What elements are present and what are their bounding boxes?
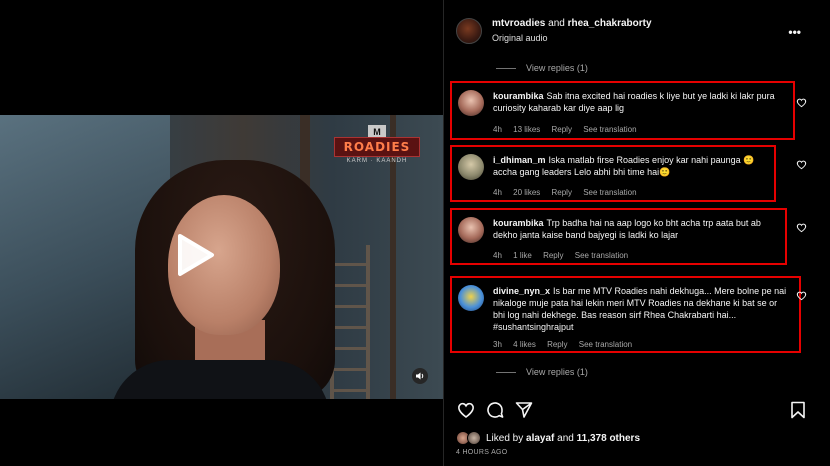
- avatar[interactable]: [458, 285, 484, 311]
- comment-time: 4h: [493, 251, 502, 260]
- reply-button[interactable]: Reply: [547, 340, 567, 349]
- heart-icon[interactable]: [796, 222, 807, 233]
- liker-username[interactable]: alayaf: [526, 433, 554, 444]
- comment-time: 3h: [493, 340, 502, 349]
- view-replies-button[interactable]: View replies (1): [496, 367, 588, 377]
- more-options-icon[interactable]: •••: [788, 25, 801, 39]
- avatar[interactable]: [458, 217, 484, 243]
- video-background: [330, 245, 370, 399]
- view-replies-label: View replies (1): [526, 63, 588, 73]
- video-subject: [110, 360, 330, 399]
- video-player[interactable]: M ROADIES KARM · KAANDH: [0, 115, 443, 399]
- comment-text: kourambika Trp badha hai na aap logo ko b…: [493, 217, 777, 241]
- avatar[interactable]: [456, 18, 482, 44]
- roadies-logo-text: ROADIES: [334, 137, 420, 157]
- reply-button[interactable]: Reply: [552, 125, 572, 134]
- reply-button[interactable]: Reply: [543, 251, 563, 260]
- author-link[interactable]: mtvroadies: [492, 18, 545, 29]
- volume-icon[interactable]: [412, 368, 428, 384]
- roadies-logo-subtitle: KARM · KAANDH: [346, 158, 408, 164]
- share-icon[interactable]: [514, 400, 534, 420]
- avatar[interactable]: [467, 431, 481, 445]
- see-translation-button[interactable]: See translation: [583, 188, 636, 197]
- comment-text: kourambika Sab itna excited hai roadies k…: [493, 90, 785, 114]
- comment-item: i_dhiman_m Iska matlab firse Roadies enjo…: [450, 145, 776, 202]
- comment-text: i_dhiman_m Iska matlab firse Roadies enjo…: [493, 154, 766, 178]
- avatar[interactable]: [458, 154, 484, 180]
- divider: [496, 372, 516, 374]
- comment-meta: 4h 1 like Reply See translation: [493, 251, 637, 260]
- comment-meta: 3h 4 likes Reply See translation: [493, 340, 641, 349]
- divider: [496, 68, 516, 70]
- see-translation-button[interactable]: See translation: [579, 340, 632, 349]
- play-icon[interactable]: [168, 230, 218, 280]
- comment-meta: 4h 20 likes Reply See translation: [493, 188, 646, 197]
- comment-item: kourambika Trp badha hai na aap logo ko b…: [450, 208, 787, 265]
- heart-icon[interactable]: [796, 159, 807, 170]
- likes-count[interactable]: 11,378 others: [577, 433, 640, 444]
- heart-icon[interactable]: [796, 290, 807, 301]
- post-media: M ROADIES KARM · KAANDH: [0, 0, 443, 466]
- comments-panel: mtvroadies and rhea_chakraborty Original…: [443, 0, 830, 466]
- comment-item: divine_nyn_x Is bar me MTV Roadies nahi d…: [450, 276, 801, 353]
- reply-button[interactable]: Reply: [552, 188, 572, 197]
- comment-likes[interactable]: 4 likes: [513, 340, 536, 349]
- post-actions: [456, 400, 826, 422]
- comment-meta: 4h 13 likes Reply See translation: [493, 125, 646, 134]
- comment-likes[interactable]: 1 like: [513, 251, 532, 260]
- comment-username[interactable]: kourambika: [493, 218, 544, 228]
- post-timestamp: 4 HOURS AGO: [456, 449, 508, 456]
- view-replies-label: View replies (1): [526, 367, 588, 377]
- likes-conjunction: and: [557, 433, 574, 444]
- likes-text[interactable]: Liked by alayaf and 11,378 others: [486, 433, 640, 444]
- comment-icon[interactable]: [485, 400, 505, 420]
- save-icon[interactable]: [788, 400, 808, 420]
- comment-likes[interactable]: 13 likes: [513, 125, 540, 134]
- comment-text: divine_nyn_x Is bar me MTV Roadies nahi d…: [493, 285, 791, 333]
- comment-time: 4h: [493, 188, 502, 197]
- see-translation-button[interactable]: See translation: [583, 125, 636, 134]
- author-link[interactable]: rhea_chakraborty: [568, 18, 652, 29]
- comment-likes[interactable]: 20 likes: [513, 188, 540, 197]
- post-header: mtvroadies and rhea_chakraborty Original…: [444, 14, 830, 50]
- like-icon[interactable]: [456, 400, 476, 420]
- author-conjunction: and: [548, 18, 565, 29]
- comment-time: 4h: [493, 125, 502, 134]
- post-authors: mtvroadies and rhea_chakraborty: [492, 18, 652, 29]
- comment-username[interactable]: i_dhiman_m: [493, 155, 546, 165]
- comment-item: kourambika Sab itna excited hai roadies k…: [450, 81, 795, 140]
- comment-username[interactable]: divine_nyn_x: [493, 286, 550, 296]
- heart-icon[interactable]: [796, 97, 807, 108]
- comment-username[interactable]: kourambika: [493, 91, 544, 101]
- view-replies-button[interactable]: View replies (1): [496, 63, 588, 73]
- avatar[interactable]: [458, 90, 484, 116]
- audio-link[interactable]: Original audio: [492, 33, 548, 43]
- likes-prefix: Liked by: [486, 433, 524, 444]
- roadies-logo: M ROADIES KARM · KAANDH: [334, 125, 420, 167]
- see-translation-button[interactable]: See translation: [575, 251, 628, 260]
